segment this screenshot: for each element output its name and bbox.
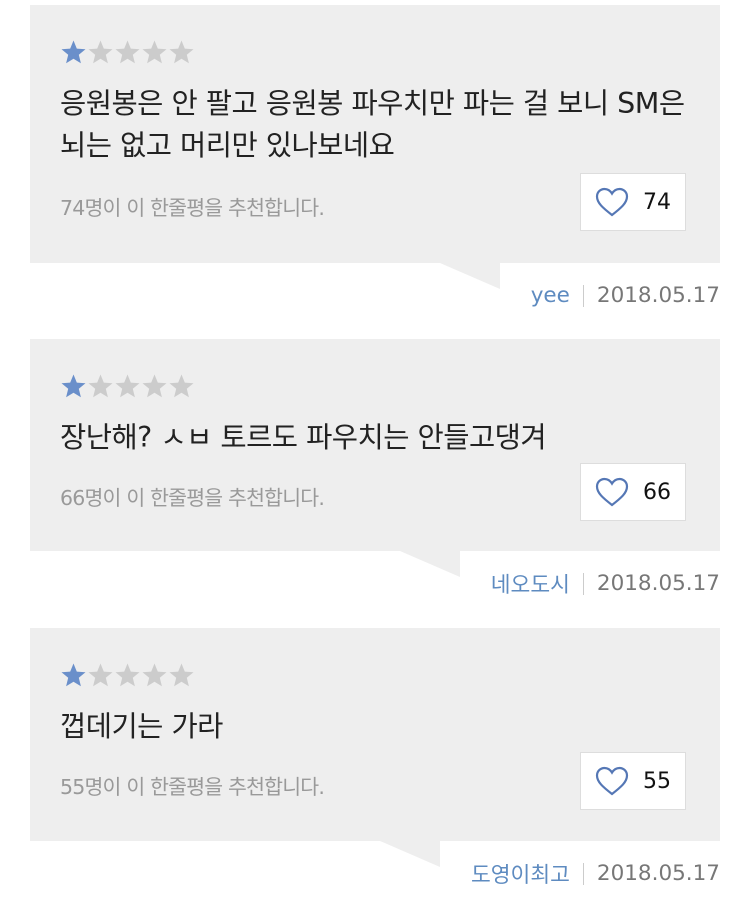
star-icon xyxy=(141,662,168,689)
star-icon xyxy=(114,662,141,689)
review-bubble: 응원봉은 안 팔고 응원봉 파우치만 파는 걸 보니 SM은 뇌는 없고 머리만… xyxy=(30,5,720,263)
author-link[interactable]: yee xyxy=(531,283,570,308)
review-bubble: 껍데기는 가라 55명이 이 한줄평을 추천합니다. 55 xyxy=(30,628,720,841)
heart-icon xyxy=(595,766,629,796)
star-rating xyxy=(60,662,195,690)
review-meta: 네오도시 2018.05.17 xyxy=(491,568,720,599)
review-meta: yee 2018.05.17 xyxy=(531,283,720,308)
divider xyxy=(582,284,584,307)
review-comment: 장난해? ㅅㅂ 토르도 파우치는 안들고댕겨 xyxy=(60,421,547,454)
recommend-text: 66명이 이 한줄평을 추천합니다. xyxy=(60,486,325,510)
heart-icon xyxy=(595,477,629,507)
divider xyxy=(582,862,584,885)
bubble-tail xyxy=(440,263,500,289)
like-count: 74 xyxy=(643,189,671,215)
star-icon xyxy=(141,39,168,66)
review-card: 응원봉은 안 팔고 응원봉 파우치만 파는 걸 보니 SM은 뇌는 없고 머리만… xyxy=(0,5,750,315)
star-icon xyxy=(141,373,168,400)
review-card: 장난해? ㅅㅂ 토르도 파우치는 안들고댕겨 66명이 이 한줄평을 추천합니다… xyxy=(0,339,750,599)
star-icon xyxy=(114,373,141,400)
recommend-text: 74명이 이 한줄평을 추천합니다. xyxy=(60,196,325,220)
review-bubble: 장난해? ㅅㅂ 토르도 파우치는 안들고댕겨 66명이 이 한줄평을 추천합니다… xyxy=(30,339,720,551)
review-comment: 응원봉은 안 팔고 응원봉 파우치만 파는 걸 보니 SM은 뇌는 없고 머리만… xyxy=(60,87,685,162)
review-date: 2018.05.17 xyxy=(596,571,720,596)
review-meta: 도영이최고 2018.05.17 xyxy=(471,858,720,889)
star-icon xyxy=(168,373,195,400)
divider xyxy=(582,572,584,595)
bubble-tail xyxy=(380,841,440,867)
like-button[interactable]: 74 xyxy=(580,173,686,231)
like-count: 66 xyxy=(643,479,671,505)
star-icon xyxy=(168,662,195,689)
review-date: 2018.05.17 xyxy=(596,283,720,308)
review-date: 2018.05.17 xyxy=(596,861,720,886)
star-icon xyxy=(60,373,87,400)
star-icon xyxy=(114,39,141,66)
like-button[interactable]: 66 xyxy=(580,463,686,521)
star-icon xyxy=(60,39,87,66)
like-button[interactable]: 55 xyxy=(580,752,686,810)
star-icon xyxy=(87,39,114,66)
recommend-text: 55명이 이 한줄평을 추천합니다. xyxy=(60,775,325,799)
review-comment: 껍데기는 가라 xyxy=(60,710,223,743)
author-link[interactable]: 네오도시 xyxy=(491,568,570,599)
heart-icon xyxy=(595,187,629,217)
star-rating xyxy=(60,373,195,401)
like-count: 55 xyxy=(643,768,671,794)
bubble-tail xyxy=(400,551,460,577)
review-card: 껍데기는 가라 55명이 이 한줄평을 추천합니다. 55 도영이최고 2018… xyxy=(0,628,750,890)
star-icon xyxy=(168,39,195,66)
star-icon xyxy=(87,662,114,689)
star-rating xyxy=(60,39,195,67)
star-icon xyxy=(87,373,114,400)
star-icon xyxy=(60,662,87,689)
author-link[interactable]: 도영이최고 xyxy=(471,858,570,889)
